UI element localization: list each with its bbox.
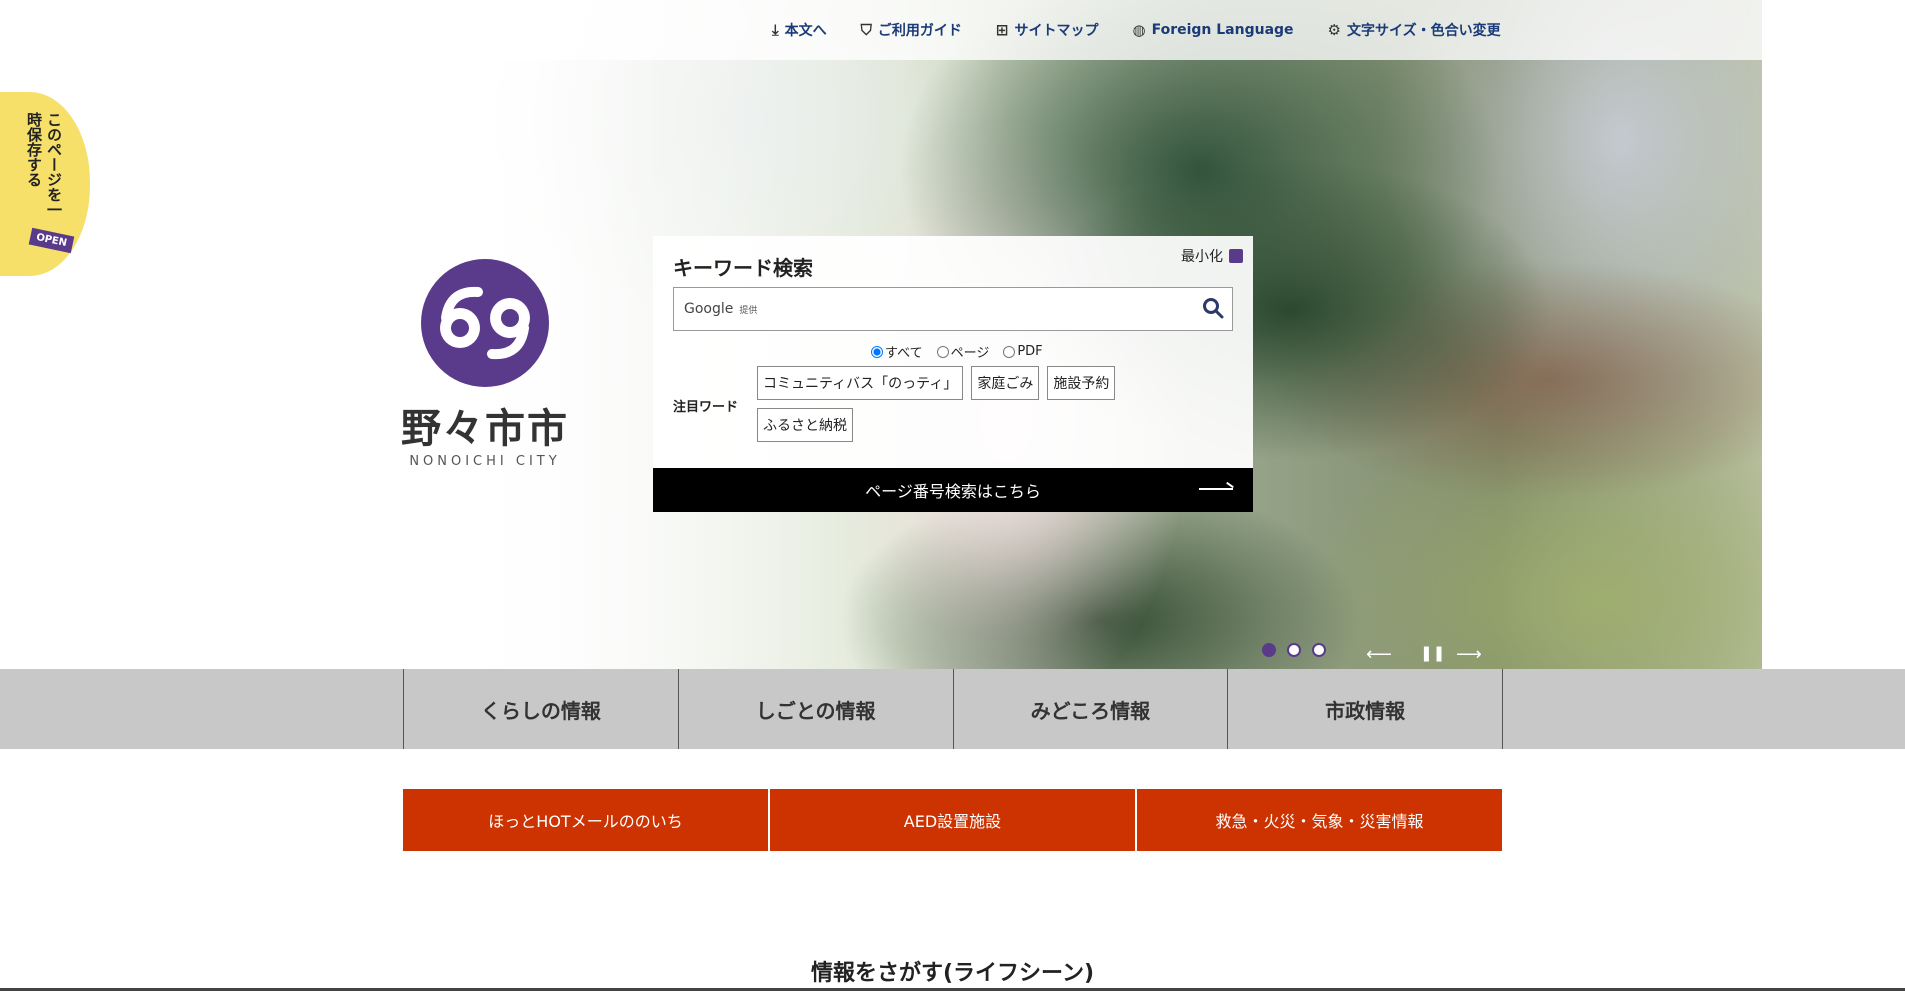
- search-placeholder: Google 提供: [684, 301, 758, 317]
- top-utility-bar: ⤓ 本文へ ⛉ ご利用ガイド ⊞ サイトマップ ◍ Foreign Langua…: [0, 0, 1762, 60]
- keyword-search-panel: キーワード検索 最小化 Google 提供 すべて ページ PDF 注目ワード コ…: [653, 236, 1253, 512]
- featured-tag[interactable]: ふるさと納税: [757, 408, 853, 442]
- usage-guide-link[interactable]: ⛉ ご利用ガイド: [861, 20, 962, 40]
- globe-icon: ◍: [1132, 21, 1146, 39]
- settings-icon: ⚙: [1327, 21, 1341, 39]
- sitemap-icon: ⊞: [995, 21, 1009, 39]
- global-nav: くらしの情報 しごとの情報 みどころ情報 市政情報: [0, 669, 1905, 749]
- minimize-button[interactable]: 最小化: [1181, 246, 1243, 266]
- nav-sightseeing-info[interactable]: みどころ情報: [954, 669, 1229, 749]
- slider-dot[interactable]: [1262, 643, 1276, 657]
- page-number-search-button[interactable]: ページ番号検索はこちら: [653, 468, 1253, 512]
- right-arrow-icon: [1199, 488, 1233, 490]
- search-scope-radios: すべて ページ PDF: [871, 342, 1043, 361]
- featured-words-label: 注目ワード: [673, 400, 739, 415]
- slider-next-icon[interactable]: ⟶: [1456, 644, 1482, 665]
- radio-page[interactable]: ページ: [936, 342, 989, 361]
- radio-all[interactable]: すべて: [871, 342, 923, 361]
- nav-city-admin-info[interactable]: 市政情報: [1228, 669, 1503, 749]
- featured-tag[interactable]: 施設予約: [1047, 366, 1116, 400]
- city-logo[interactable]: 野々市市 NONOICHI CITY: [400, 258, 570, 469]
- featured-words: コミュニティバス「のっティ」 家庭ごみ 施設予約 ふるさと納税: [757, 366, 1157, 442]
- search-title: キーワード検索: [673, 256, 813, 280]
- slider-dot[interactable]: [1312, 643, 1326, 657]
- guide-shield-icon: ⛉: [860, 21, 872, 39]
- aed-button[interactable]: AED設置施設: [770, 789, 1135, 851]
- save-page-label[interactable]: このページを一時保存する: [24, 112, 64, 222]
- city-emblem-icon: [421, 259, 549, 387]
- slider-pause-icon[interactable]: ❚❚: [1420, 644, 1445, 662]
- skip-to-content-link[interactable]: ⤓ 本文へ: [772, 20, 827, 40]
- text-size-color-link[interactable]: ⚙ 文字サイズ・色合い変更: [1328, 20, 1501, 40]
- search-input[interactable]: Google 提供: [673, 287, 1233, 331]
- emergency-info-button[interactable]: 救急・火災・気象・災害情報: [1137, 789, 1502, 851]
- utility-nav: ⤓ 本文へ ⛉ ご利用ガイド ⊞ サイトマップ ◍ Foreign Langua…: [772, 20, 1501, 40]
- featured-tag[interactable]: コミュニティバス「のっティ」: [757, 366, 964, 400]
- nav-living-info[interactable]: くらしの情報: [404, 669, 679, 749]
- foreign-language-link[interactable]: ◍ Foreign Language: [1132, 20, 1293, 40]
- radio-pdf[interactable]: PDF: [1003, 342, 1043, 361]
- search-icon[interactable]: [1202, 297, 1224, 319]
- down-arrow-icon: ⤓: [772, 21, 779, 39]
- hot-mail-button[interactable]: ほっとHOTメールののいち: [403, 789, 768, 851]
- city-name-en: NONOICHI CITY: [409, 454, 561, 469]
- minimize-icon: [1229, 249, 1243, 263]
- slider-dots: [1262, 643, 1326, 657]
- featured-tag[interactable]: 家庭ごみ: [971, 366, 1040, 400]
- sitemap-link[interactable]: ⊞ サイトマップ: [996, 20, 1099, 40]
- quick-links: ほっとHOTメールののいち AED設置施設 救急・火災・気象・災害情報: [403, 789, 1502, 851]
- slider-prev-icon[interactable]: ⟵: [1366, 644, 1392, 665]
- city-name-jp: 野々市市: [401, 406, 569, 452]
- nav-work-info[interactable]: しごとの情報: [679, 669, 954, 749]
- section-title: 情報をさがす(ライフシーン): [810, 961, 1094, 986]
- slider-dot[interactable]: [1287, 643, 1301, 657]
